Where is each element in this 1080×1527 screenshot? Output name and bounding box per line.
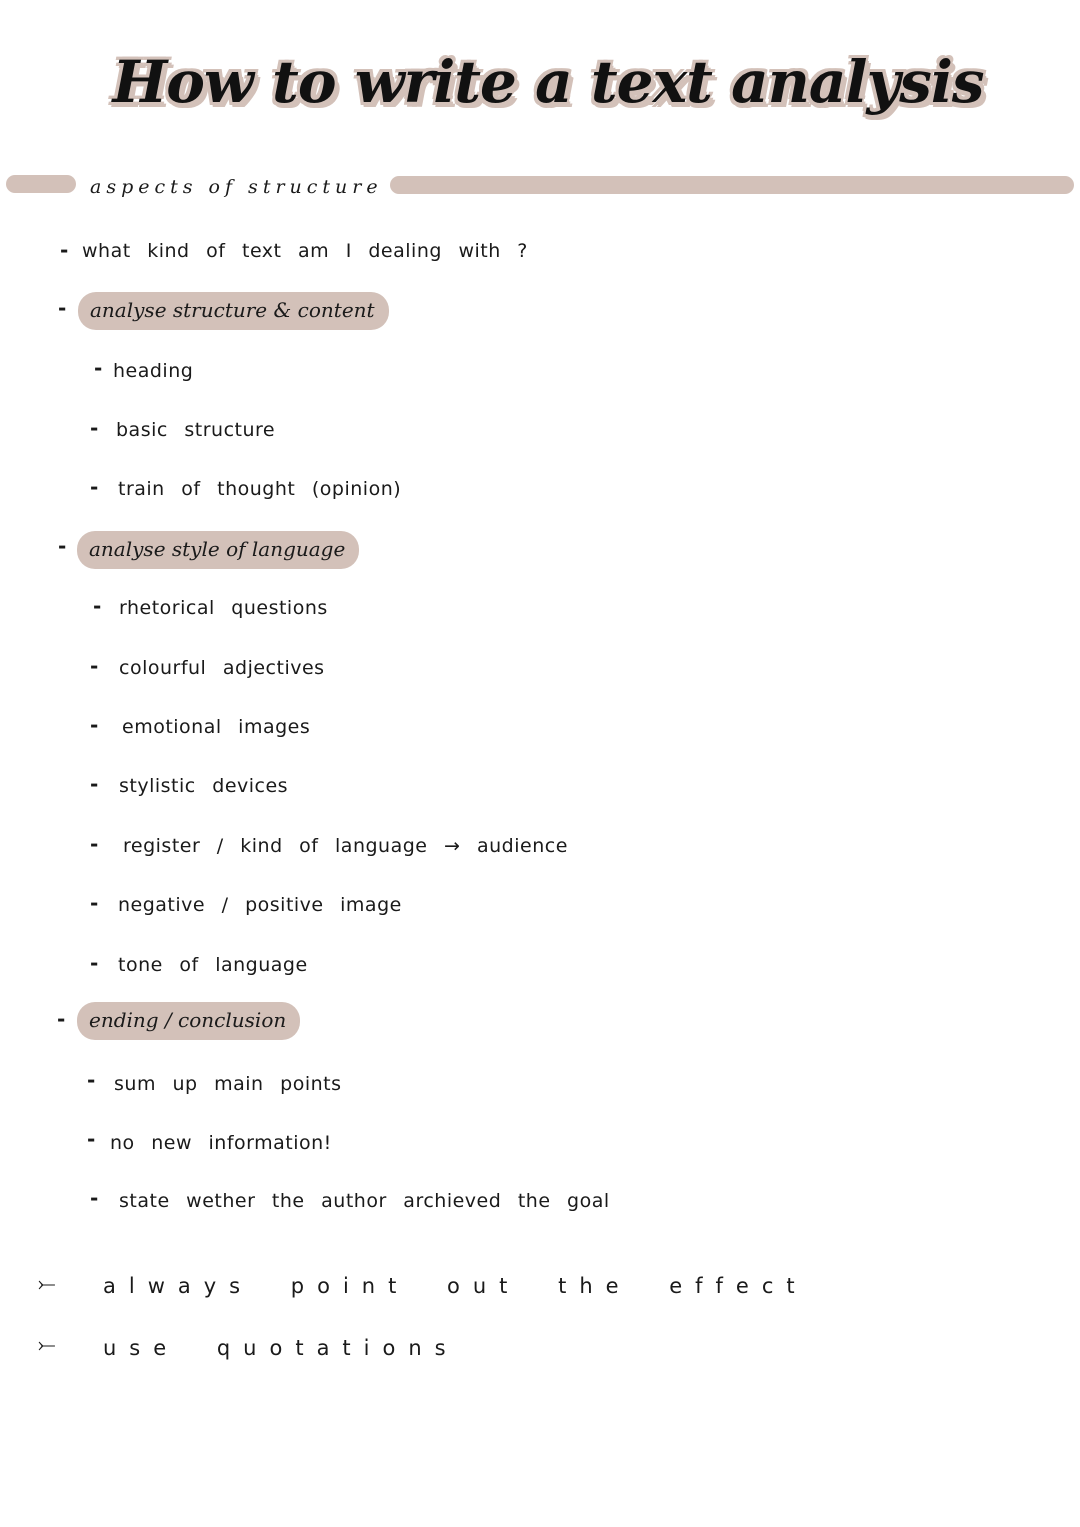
list-item: basic structure [116,419,276,441]
list-item: stylistic devices [119,775,289,797]
list-item: no new information! [110,1132,332,1154]
tip-item: always point out the effect [103,1274,808,1298]
arrow-icon: ⤚ [38,1272,56,1297]
bullet-dash: - [90,475,99,499]
bullet-dash: - [87,1127,96,1151]
section-header: aspects of structure [90,176,383,198]
bullet-dash: - [87,1068,96,1092]
list-item: state wether the author archieved the go… [119,1190,610,1212]
list-item: colourful adjectives [119,657,325,679]
list-item: train of thought (opinion) [118,478,402,500]
bullet-dash: - [58,534,67,558]
group-heading-structure: analyse structure & content [78,292,389,330]
section-divider-right [390,176,1074,194]
list-item: register / kind of language → audience [123,835,568,857]
bullet-dash: - [90,654,99,678]
bullet-dash: - [90,416,99,440]
bullet-dash: - [90,951,99,975]
list-item: tone of language [118,954,308,976]
page-title: How to write a text analysis [112,48,984,116]
bullet-dash: - [90,772,99,796]
list-item: sum up main points [114,1073,342,1095]
group-heading-language: analyse style of language [77,531,360,569]
bullet-dash: - [90,832,99,856]
bullet-dash: - [93,594,102,618]
tip-item: use quotations [103,1336,459,1360]
list-item: emotional images [122,716,311,738]
bullet-dash: - [90,891,99,915]
intro-item: what kind of text am I dealing with ? [82,240,528,262]
list-item: rhetorical questions [119,597,328,619]
group-heading-conclusion: ending / conclusion [77,1002,301,1040]
bullet-dash: - [94,356,103,380]
bullet-dash: - [58,296,67,320]
section-divider-left [6,175,76,193]
list-item: heading [113,360,194,382]
bullet-dash: - [60,238,69,262]
bullet-dash: - [90,713,99,737]
bullet-dash: - [57,1007,66,1031]
arrow-icon: ⤚ [38,1333,56,1358]
bullet-dash: - [90,1186,99,1210]
list-item: negative / positive image [118,894,402,916]
